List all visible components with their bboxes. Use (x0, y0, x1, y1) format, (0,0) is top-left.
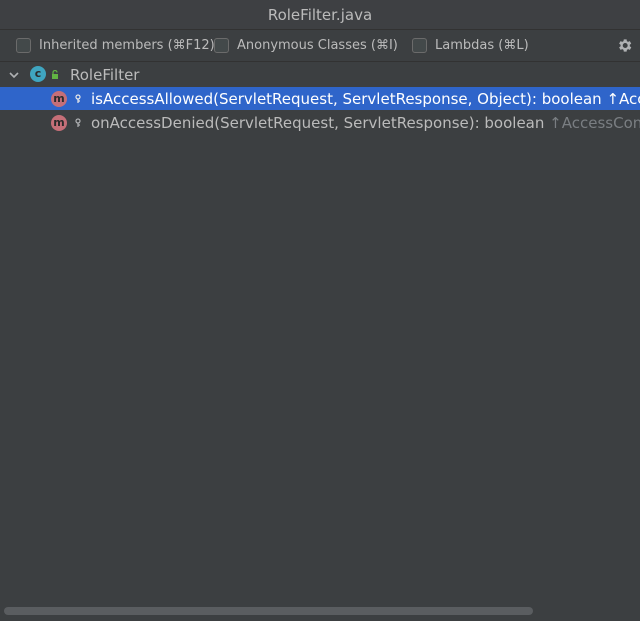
inherited-members-option[interactable]: Inherited members (⌘F12) (16, 36, 215, 54)
structure-tree: c RoleFilter m isAccessAllowed(ServletRe… (0, 62, 640, 602)
method-icon: m (51, 115, 67, 131)
anonymous-classes-label: Anonymous Classes (⌘I) (237, 37, 398, 53)
tree-member-is-access-allowed[interactable]: m isAccessAllowed(ServletRequest, Servle… (0, 87, 640, 110)
horizontal-scrollbar[interactable] (0, 603, 640, 619)
options-toolbar: Inherited members (⌘F12) Anonymous Class… (0, 30, 640, 62)
gear-icon[interactable] (616, 37, 633, 54)
lambdas-checkbox[interactable] (412, 37, 427, 53)
lambdas-option[interactable]: Lambdas (⌘L) (412, 36, 529, 54)
tree-root-rolefilter[interactable]: c RoleFilter (0, 63, 640, 86)
member-inherited-from: ↑Acc (606, 89, 640, 108)
class-name: RoleFilter (70, 65, 140, 84)
member-signature: onAccessDenied(ServletRequest, ServletRe… (91, 113, 545, 132)
lambdas-label: Lambdas (⌘L) (435, 37, 529, 53)
member-signature: isAccessAllowed(ServletRequest, ServletR… (91, 89, 602, 108)
anonymous-classes-option[interactable]: Anonymous Classes (⌘I) (214, 36, 398, 54)
anonymous-classes-checkbox[interactable] (214, 37, 229, 53)
protected-key-icon (75, 118, 81, 127)
class-icon: c (30, 66, 46, 82)
member-text: onAccessDenied(ServletRequest, ServletRe… (91, 114, 640, 132)
protected-key-icon (75, 94, 81, 103)
scrollbar-thumb[interactable] (4, 607, 533, 615)
inherited-members-label: Inherited members (⌘F12) (39, 37, 215, 53)
tree-member-on-access-denied[interactable]: m onAccessDenied(ServletRequest, Servlet… (0, 111, 640, 134)
method-icon: m (51, 91, 67, 107)
chevron-down-icon[interactable] (8, 69, 20, 81)
window-title: RoleFilter.java (267, 5, 373, 24)
inherited-members-checkbox[interactable] (16, 37, 31, 53)
structure-window: RoleFilter.java Inherited members (⌘F12)… (0, 0, 640, 621)
public-lock-icon (52, 70, 58, 79)
title-bar: RoleFilter.java (0, 0, 640, 30)
member-inherited-from: ↑AccessCon (549, 113, 640, 132)
member-text: isAccessAllowed(ServletRequest, ServletR… (91, 90, 640, 108)
